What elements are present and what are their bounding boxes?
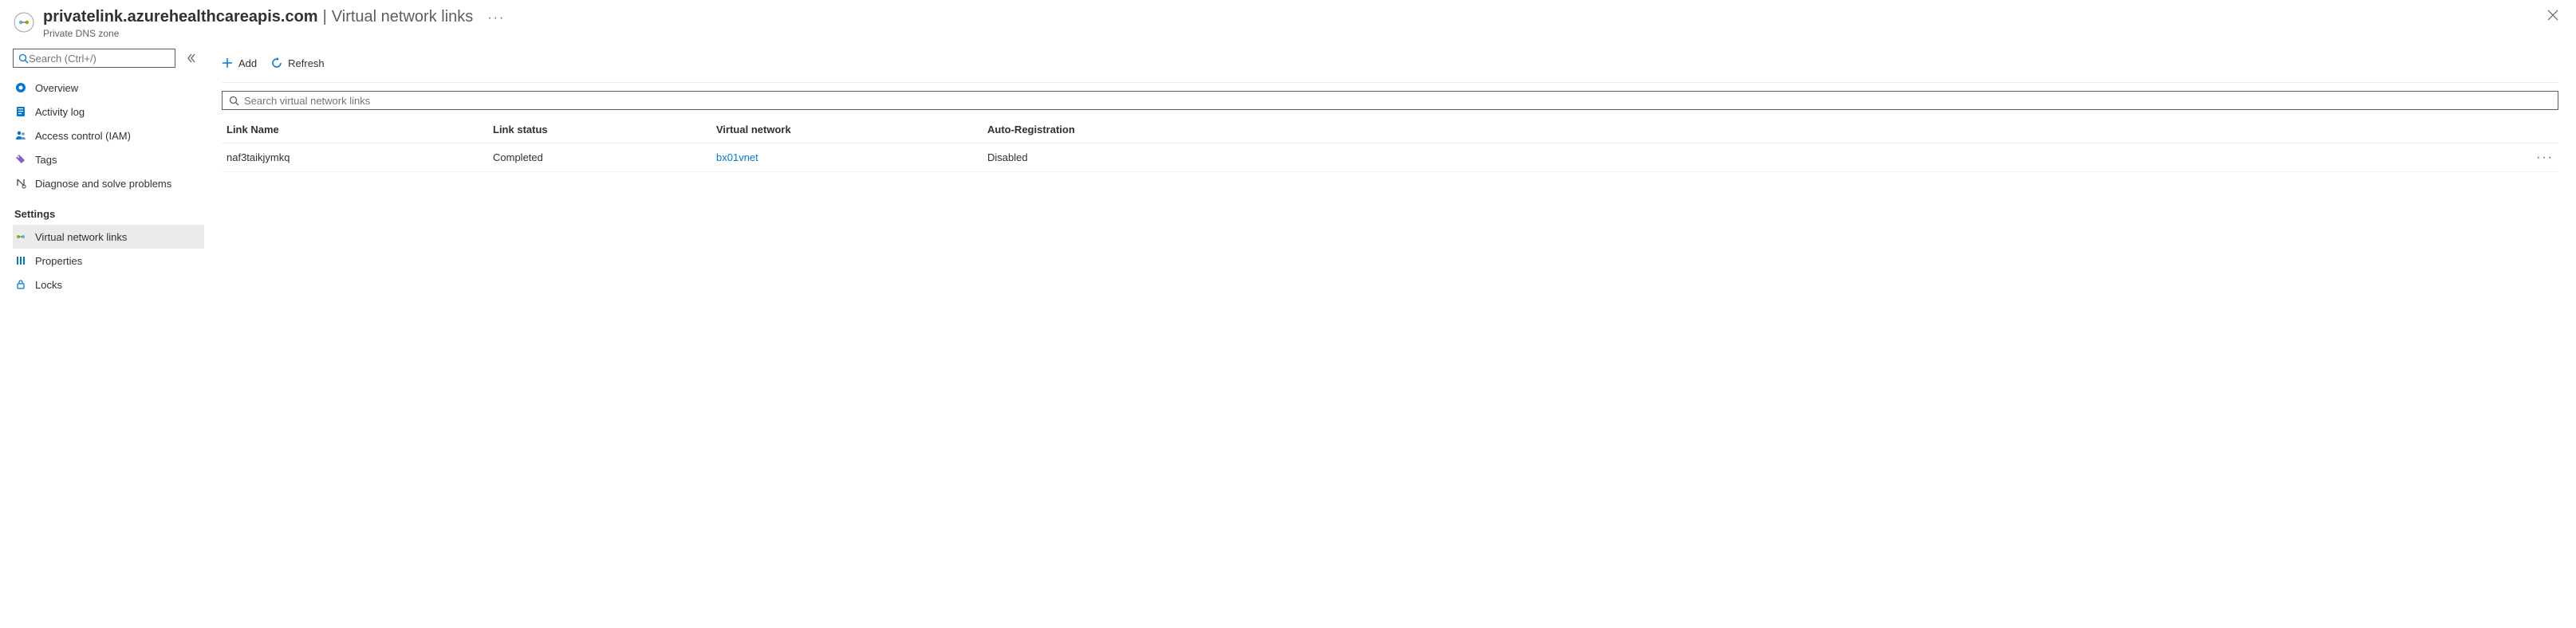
main-search-input[interactable] (244, 95, 2551, 107)
blade-title: Virtual network links (332, 8, 473, 26)
cell-link-name: naf3taikjymkq (222, 151, 493, 163)
sidebar-search-input[interactable] (29, 53, 170, 65)
cell-auto-reg: Disabled (987, 151, 2527, 163)
lock-icon (14, 278, 27, 291)
main-content: Add Refresh Link Name Link status Virtua… (204, 45, 2576, 628)
refresh-icon (271, 57, 282, 69)
cell-vnet-link[interactable]: bx01vnet (716, 151, 758, 163)
close-button[interactable] (2547, 10, 2558, 21)
tags-icon (14, 153, 27, 166)
refresh-button[interactable]: Refresh (271, 57, 325, 69)
resource-type-icon (13, 11, 35, 33)
vnet-links-icon (14, 230, 27, 243)
header-titles: privatelink.azurehealthcareapis.com | Vi… (43, 8, 505, 39)
nav-label: Access control (IAM) (35, 130, 131, 142)
nav-activity-log[interactable]: Activity log (13, 100, 204, 124)
nav-label: Overview (35, 82, 78, 94)
nav-group-settings: Settings (14, 208, 204, 220)
header-more-button[interactable]: ··· (487, 11, 505, 26)
sidebar: Overview Activity log Access control (IA… (0, 45, 204, 628)
nav-locks[interactable]: Locks (13, 273, 204, 296)
activity-log-icon (14, 105, 27, 118)
nav-label: Tags (35, 154, 57, 166)
properties-icon (14, 254, 27, 267)
nav-label: Properties (35, 255, 82, 267)
add-label: Add (238, 57, 257, 69)
toolbar: Add Refresh (222, 49, 2558, 77)
cell-link-status: Completed (493, 151, 716, 163)
resource-name: privatelink.azurehealthcareapis.com (43, 8, 318, 26)
column-link-name[interactable]: Link Name (222, 124, 493, 135)
page-header: privatelink.azurehealthcareapis.com | Vi… (0, 0, 2576, 45)
nav-label: Locks (35, 279, 62, 291)
toolbar-divider (222, 82, 2558, 83)
sidebar-search[interactable] (13, 49, 175, 68)
access-control-icon (14, 129, 27, 142)
plus-icon (222, 57, 233, 69)
nav-properties[interactable]: Properties (13, 249, 204, 273)
refresh-label: Refresh (288, 57, 325, 69)
collapse-sidebar-button[interactable] (187, 53, 196, 63)
overview-icon (14, 81, 27, 94)
search-icon (18, 53, 29, 64)
column-vnet[interactable]: Virtual network (716, 124, 987, 135)
column-auto-reg[interactable]: Auto-Registration (987, 124, 2527, 135)
nav-overview[interactable]: Overview (13, 76, 204, 100)
main-search[interactable] (222, 91, 2558, 110)
table-row[interactable]: naf3taikjymkq Completed bx01vnet Disable… (222, 143, 2558, 172)
resource-type-label: Private DNS zone (43, 28, 505, 39)
column-link-status[interactable]: Link status (493, 124, 716, 135)
search-icon (229, 96, 239, 106)
add-button[interactable]: Add (222, 57, 257, 69)
table-header: Link Name Link status Virtual network Au… (222, 116, 2558, 143)
diagnose-icon (14, 177, 27, 190)
nav-label: Activity log (35, 106, 85, 118)
nav-diagnose[interactable]: Diagnose and solve problems (13, 171, 204, 195)
row-more-button[interactable]: ··· (2536, 151, 2554, 164)
nav-label: Virtual network links (35, 231, 127, 243)
nav-label: Diagnose and solve problems (35, 178, 171, 190)
nav-virtual-network-links[interactable]: Virtual network links (13, 225, 204, 249)
nav-tags[interactable]: Tags (13, 147, 204, 171)
nav-access-control[interactable]: Access control (IAM) (13, 124, 204, 147)
title-separator: | (323, 8, 327, 26)
